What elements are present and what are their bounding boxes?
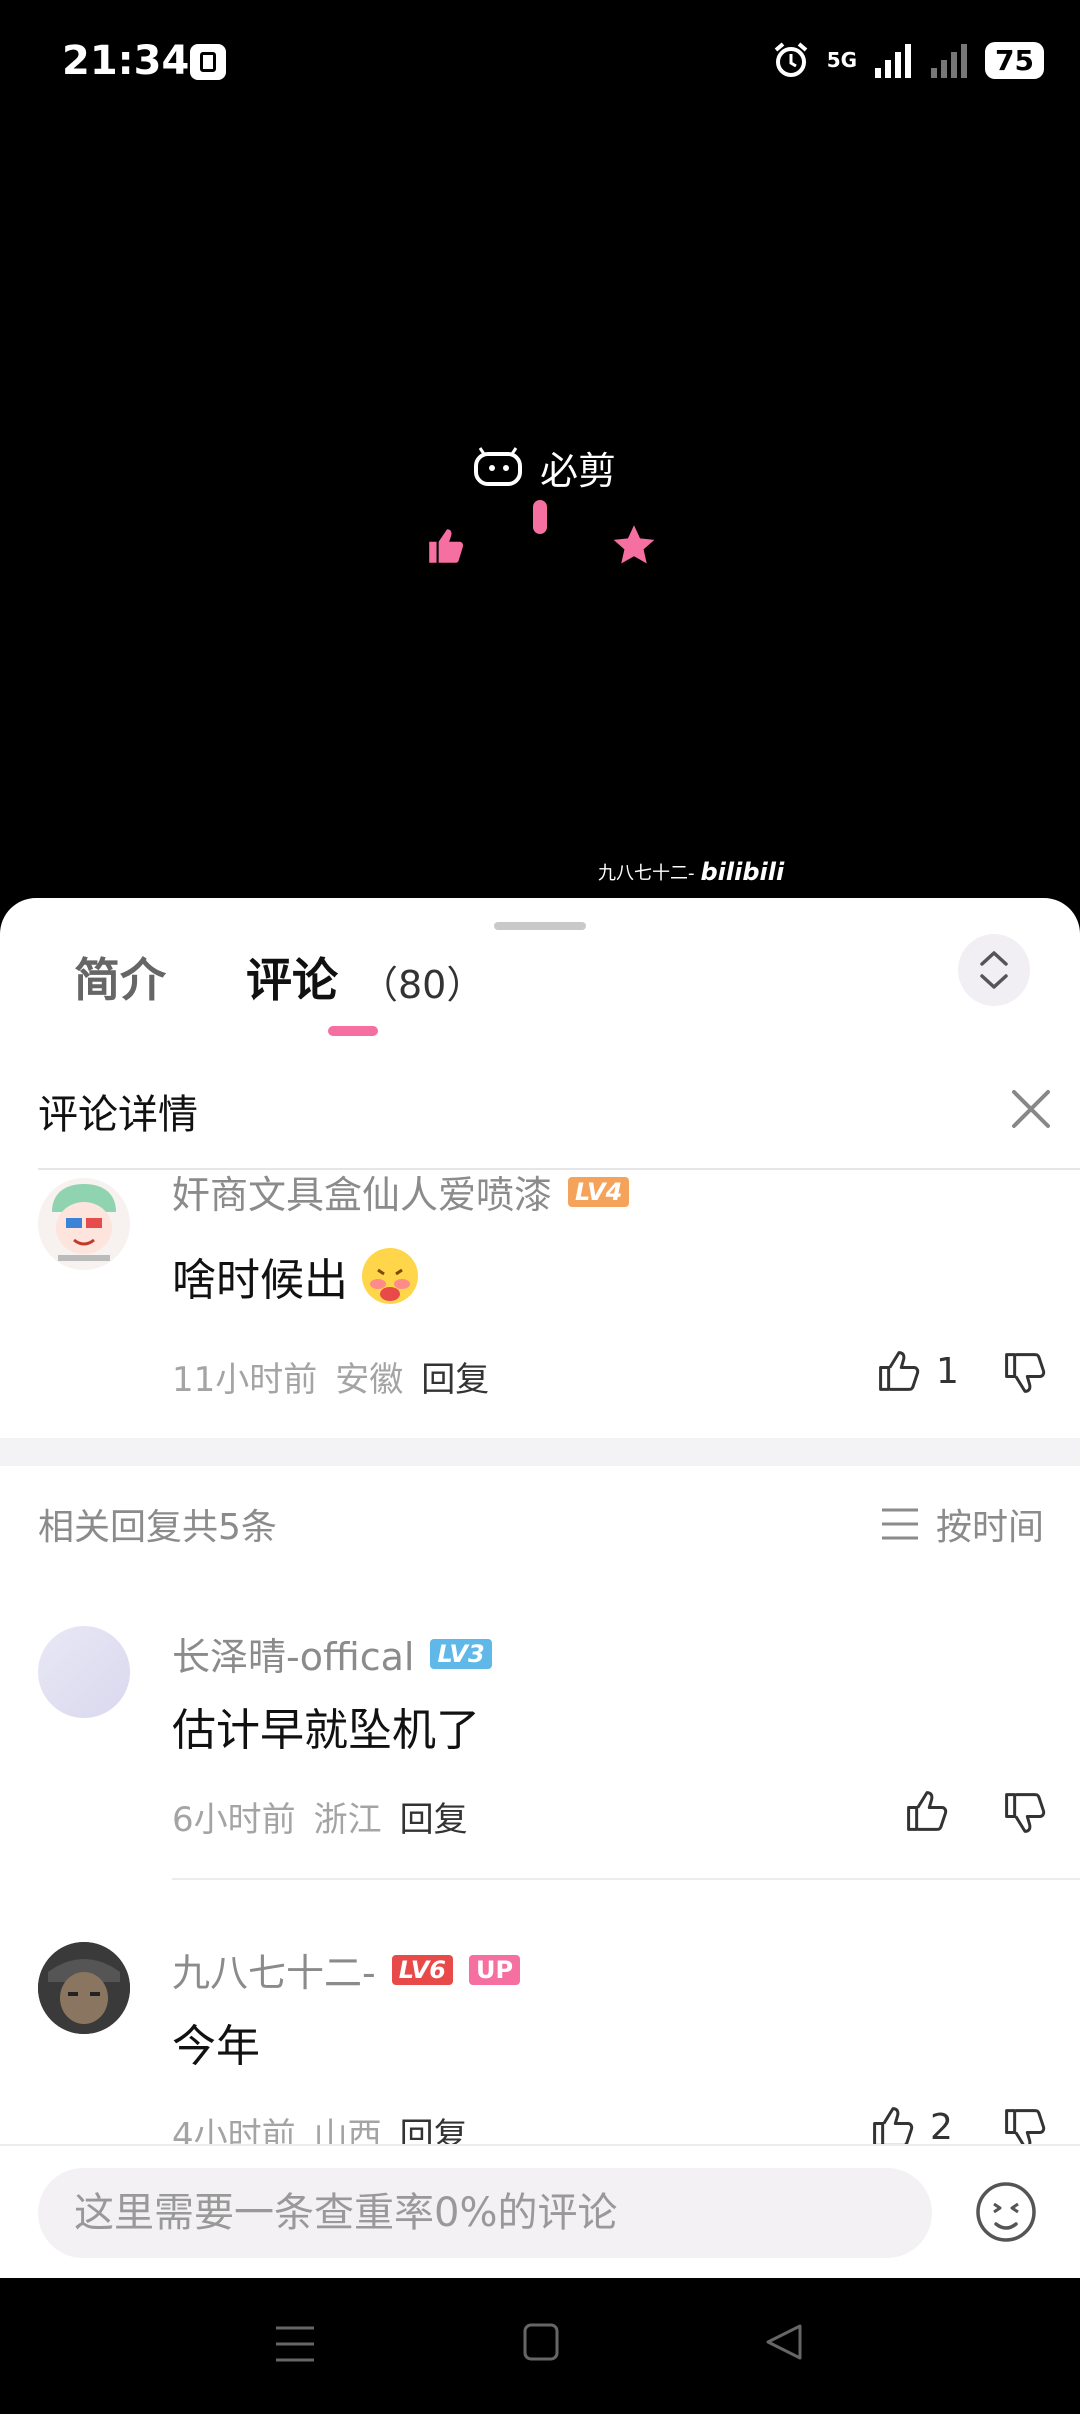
avatar-cartoon-icon [52, 1184, 116, 1261]
emoji-icon[interactable] [974, 2180, 1038, 2244]
tab-comments[interactable]: 评论 [246, 944, 338, 1010]
username-text: 长泽晴-offical [172, 1635, 415, 1679]
level-badge: LV3 [430, 1638, 492, 1669]
comment-location: 安徽 [335, 1360, 404, 1400]
sort-button[interactable]: 按时间 [880, 1498, 1044, 1550]
bijian-logo-text: 必剪 [540, 449, 617, 493]
star-icon [613, 525, 655, 564]
like-count: 2 [930, 2106, 953, 2148]
signal-icon [875, 44, 912, 78]
avatar-portrait-icon [38, 1942, 130, 2034]
list-icon [882, 1508, 918, 1540]
sheet-drag-handle[interactable] [494, 922, 586, 930]
reply-text: 今年 [172, 2021, 260, 2072]
expand-chevrons-icon [980, 951, 1008, 989]
avatar[interactable] [38, 1178, 130, 1270]
blush-emoji-icon [362, 1248, 418, 1304]
menu-nav-icon[interactable] [274, 2324, 316, 2364]
avatar[interactable] [38, 1626, 130, 1718]
watermark-brand: bilibili [700, 858, 785, 886]
tab-active-indicator [328, 1026, 378, 1036]
status-time: 21:34 [62, 38, 190, 84]
like-button[interactable]: 1 [876, 1348, 959, 1394]
signal-weak-icon [931, 44, 968, 78]
back-nav-icon[interactable] [764, 2322, 804, 2362]
comment-username[interactable]: 奸商文具盒仙人爱喷漆 LV4 [172, 1164, 630, 1219]
comment-meta: 11小时前 安徽 回复 [172, 1352, 489, 1401]
comment-text-row: 啥时候出 [172, 1244, 420, 1308]
system-navbar [0, 2278, 1080, 2414]
close-icon[interactable] [1006, 1084, 1056, 1134]
comment-input[interactable] [38, 2168, 932, 2258]
comments-sheet: 简介 评论 （80） 评论详情 奸商文具盒仙人爱喷漆 LV4 啥时候出 11小时… [0, 898, 1080, 2278]
row-divider [172, 1878, 1080, 1880]
network-label: 5G [826, 48, 858, 72]
username-text: 奸商文具盒仙人爱喷漆 [172, 1173, 553, 1217]
thumb-up-outline-icon [907, 1791, 948, 1831]
comment-text: 啥时候出 [172, 1255, 348, 1306]
reply-username[interactable]: 九八七十二- LV6 UP [172, 1942, 521, 1997]
watermark-name: 九八七十二- [598, 863, 695, 884]
reply-button[interactable]: 回复 [421, 1352, 489, 1401]
like-button[interactable] [904, 1788, 964, 1834]
tab-intro[interactable]: 简介 [74, 944, 166, 1010]
avatar[interactable] [38, 1942, 130, 2034]
comment-time: 11小时前 [172, 1360, 318, 1400]
home-nav-icon[interactable] [522, 2322, 560, 2362]
reply-meta: 6小时前 浙江 回复 [172, 1792, 468, 1841]
alarm-icon [774, 42, 807, 77]
reply-time: 6小时前 [172, 1800, 296, 1840]
thumb-down-outline-icon[interactable] [1002, 1790, 1048, 1836]
thumb-up-outline-icon [879, 1351, 920, 1391]
comment-input-bar [0, 2144, 1080, 2280]
status-icons: 5G 75 [771, 40, 1044, 80]
detail-title: 评论详情 [38, 1092, 198, 1138]
reply-button[interactable]: 回复 [400, 1792, 468, 1841]
comments-count: （80） [360, 963, 485, 1007]
like-count: 1 [936, 1350, 959, 1392]
expand-button[interactable] [958, 934, 1030, 1006]
thumb-down-outline-icon[interactable] [1002, 1350, 1048, 1396]
app-notification-icon [190, 44, 226, 80]
bijian-logo: 必剪 [470, 440, 616, 495]
username-text: 九八七十二- [172, 1951, 376, 1995]
reply-location: 浙江 [313, 1800, 382, 1840]
up-badge: UP [468, 1954, 521, 1985]
replies-count: 相关回复共5条 [38, 1507, 277, 1548]
thumb-up-icon [429, 529, 464, 563]
sort-label: 按时间 [936, 1507, 1045, 1548]
reply-text: 估计早就坠机了 [172, 1705, 480, 1756]
battery-indicator: 75 [985, 41, 1044, 79]
video-watermark: 九八七十二- bilibili [598, 858, 784, 886]
level-badge: LV6 [391, 1954, 453, 1985]
video-cursor [533, 500, 547, 534]
bijian-robot-icon [474, 446, 522, 486]
reply-username[interactable]: 长泽晴-offical LV3 [172, 1626, 492, 1681]
section-divider [0, 1438, 1080, 1466]
level-badge: LV4 [568, 1176, 630, 1207]
